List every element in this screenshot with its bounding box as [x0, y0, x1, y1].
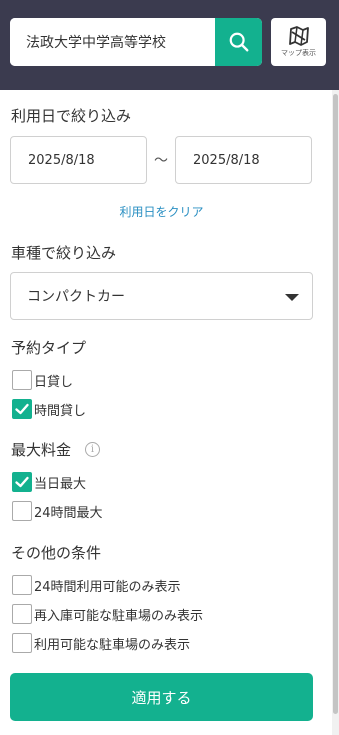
- max-fee-heading: 最大料金: [11, 441, 72, 459]
- checkbox[interactable]: [12, 633, 32, 653]
- checkbox[interactable]: [12, 575, 32, 595]
- date-filter-heading: 利用日で絞り込み: [11, 107, 132, 125]
- checkbox-hourly-rental[interactable]: 時間貸し: [12, 399, 86, 419]
- checkbox-day-rental[interactable]: 日貸し: [12, 370, 73, 390]
- map-view-button[interactable]: マップ表示: [271, 18, 326, 66]
- search-box: [10, 18, 262, 66]
- checkbox-available-only[interactable]: 利用可能な駐車場のみ表示: [12, 633, 190, 653]
- checkbox-label: 24時間最大: [34, 505, 103, 521]
- checkbox-label: 日貸し: [34, 374, 74, 390]
- search-input[interactable]: [10, 18, 215, 66]
- checkbox[interactable]: [12, 501, 32, 521]
- checkbox[interactable]: [12, 399, 32, 419]
- search-icon: [229, 32, 248, 52]
- chevron-down-icon: [285, 294, 299, 301]
- clear-date-link[interactable]: 利用日をクリア: [0, 203, 323, 220]
- start-date-field[interactable]: 2025/8/18: [10, 136, 147, 184]
- car-type-select[interactable]: コンパクトカー: [10, 272, 313, 320]
- car-filter-heading: 車種で絞り込み: [11, 244, 117, 262]
- checkbox-label: 当日最大: [34, 476, 87, 492]
- checkbox[interactable]: [12, 472, 32, 492]
- checkbox-label: 24時間利用可能のみ表示: [34, 579, 181, 595]
- apply-button[interactable]: 適用する: [10, 673, 313, 721]
- checkbox-24h-available[interactable]: 24時間利用可能のみ表示: [12, 575, 181, 595]
- checkbox[interactable]: [12, 370, 32, 390]
- checkbox-label: 時間貸し: [34, 403, 87, 419]
- car-type-selected: コンパクトカー: [27, 289, 125, 305]
- other-conditions-heading: その他の条件: [11, 544, 102, 562]
- info-icon[interactable]: i: [85, 442, 100, 457]
- checkbox-same-day-max[interactable]: 当日最大: [12, 472, 86, 492]
- scrollbar-thumb[interactable]: [333, 94, 338, 714]
- checkbox-24h-max[interactable]: 24時間最大: [12, 501, 103, 521]
- header-bar: マップ表示: [0, 0, 339, 90]
- checkbox-reentry[interactable]: 再入庫可能な駐車場のみ表示: [12, 604, 203, 624]
- end-date-field[interactable]: 2025/8/18: [175, 136, 312, 184]
- checkbox[interactable]: [12, 604, 32, 624]
- checkbox-label: 利用可能な駐車場のみ表示: [34, 637, 191, 653]
- date-separator: 〜: [154, 153, 168, 169]
- reservation-type-heading: 予約タイプ: [11, 339, 87, 357]
- map-icon: [288, 26, 309, 46]
- checkmark-icon: [15, 403, 29, 415]
- search-button[interactable]: [215, 18, 262, 66]
- map-view-label: マップ表示: [281, 49, 316, 57]
- checkbox-label: 再入庫可能な駐車場のみ表示: [34, 608, 204, 624]
- checkmark-icon: [15, 476, 29, 488]
